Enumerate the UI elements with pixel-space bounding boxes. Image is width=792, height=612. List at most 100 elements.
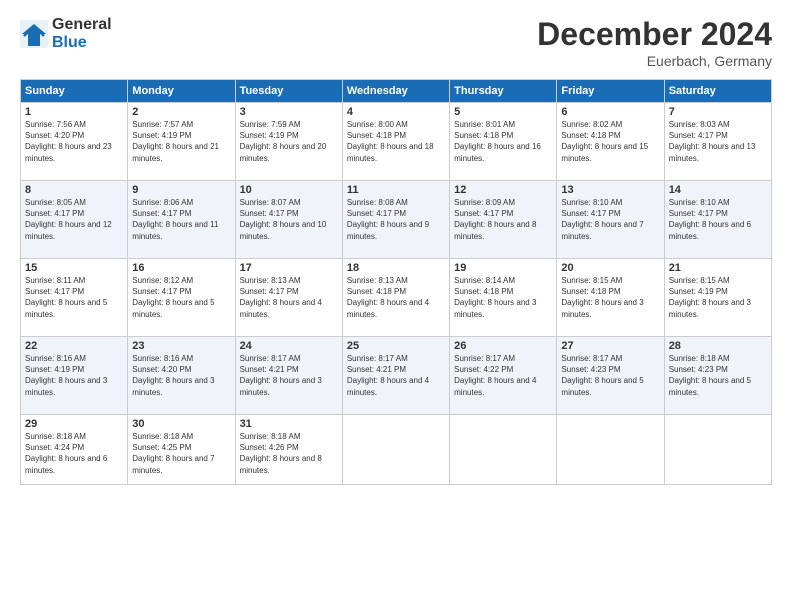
day-number: 8 — [25, 184, 123, 196]
day-info: Sunrise: 8:16 AMSunset: 4:19 PMDaylight:… — [25, 353, 123, 398]
day-info: Sunrise: 8:08 AMSunset: 4:17 PMDaylight:… — [347, 197, 445, 242]
weekday-header: Saturday — [664, 80, 771, 103]
calendar-cell: 19Sunrise: 8:14 AMSunset: 4:18 PMDayligh… — [450, 259, 557, 337]
calendar-cell: 28Sunrise: 8:18 AMSunset: 4:23 PMDayligh… — [664, 337, 771, 415]
day-number: 29 — [25, 418, 123, 430]
location: Euerbach, Germany — [537, 53, 772, 69]
calendar-week-row: 1Sunrise: 7:56 AMSunset: 4:20 PMDaylight… — [21, 103, 772, 181]
day-info: Sunrise: 7:56 AMSunset: 4:20 PMDaylight:… — [25, 119, 123, 164]
day-number: 23 — [132, 340, 230, 352]
calendar-week-row: 29Sunrise: 8:18 AMSunset: 4:24 PMDayligh… — [21, 415, 772, 485]
calendar-cell: 25Sunrise: 8:17 AMSunset: 4:21 PMDayligh… — [342, 337, 449, 415]
calendar-cell: 23Sunrise: 8:16 AMSunset: 4:20 PMDayligh… — [128, 337, 235, 415]
page-header: General Blue December 2024 Euerbach, Ger… — [20, 16, 772, 69]
calendar-cell: 31Sunrise: 8:18 AMSunset: 4:26 PMDayligh… — [235, 415, 342, 485]
day-info: Sunrise: 8:16 AMSunset: 4:20 PMDaylight:… — [132, 353, 230, 398]
day-number: 28 — [669, 340, 767, 352]
day-number: 4 — [347, 106, 445, 118]
day-info: Sunrise: 8:11 AMSunset: 4:17 PMDaylight:… — [25, 275, 123, 320]
day-number: 17 — [240, 262, 338, 274]
day-info: Sunrise: 8:02 AMSunset: 4:18 PMDaylight:… — [561, 119, 659, 164]
day-info: Sunrise: 8:14 AMSunset: 4:18 PMDaylight:… — [454, 275, 552, 320]
day-number: 30 — [132, 418, 230, 430]
calendar-cell: 6Sunrise: 8:02 AMSunset: 4:18 PMDaylight… — [557, 103, 664, 181]
calendar-cell: 29Sunrise: 8:18 AMSunset: 4:24 PMDayligh… — [21, 415, 128, 485]
day-number: 2 — [132, 106, 230, 118]
day-number: 31 — [240, 418, 338, 430]
day-number: 16 — [132, 262, 230, 274]
day-info: Sunrise: 7:57 AMSunset: 4:19 PMDaylight:… — [132, 119, 230, 164]
day-number: 13 — [561, 184, 659, 196]
day-info: Sunrise: 8:15 AMSunset: 4:18 PMDaylight:… — [561, 275, 659, 320]
day-info: Sunrise: 8:12 AMSunset: 4:17 PMDaylight:… — [132, 275, 230, 320]
calendar-cell: 12Sunrise: 8:09 AMSunset: 4:17 PMDayligh… — [450, 181, 557, 259]
calendar-cell: 17Sunrise: 8:13 AMSunset: 4:17 PMDayligh… — [235, 259, 342, 337]
day-info: Sunrise: 8:18 AMSunset: 4:25 PMDaylight:… — [132, 431, 230, 476]
calendar-cell: 18Sunrise: 8:13 AMSunset: 4:18 PMDayligh… — [342, 259, 449, 337]
day-info: Sunrise: 8:05 AMSunset: 4:17 PMDaylight:… — [25, 197, 123, 242]
calendar-cell: 8Sunrise: 8:05 AMSunset: 4:17 PMDaylight… — [21, 181, 128, 259]
day-info: Sunrise: 8:07 AMSunset: 4:17 PMDaylight:… — [240, 197, 338, 242]
calendar-cell: 11Sunrise: 8:08 AMSunset: 4:17 PMDayligh… — [342, 181, 449, 259]
calendar-cell: 30Sunrise: 8:18 AMSunset: 4:25 PMDayligh… — [128, 415, 235, 485]
day-number: 20 — [561, 262, 659, 274]
day-number: 3 — [240, 106, 338, 118]
day-info: Sunrise: 8:01 AMSunset: 4:18 PMDaylight:… — [454, 119, 552, 164]
day-number: 18 — [347, 262, 445, 274]
day-info: Sunrise: 8:13 AMSunset: 4:17 PMDaylight:… — [240, 275, 338, 320]
weekday-header: Sunday — [21, 80, 128, 103]
day-info: Sunrise: 8:06 AMSunset: 4:17 PMDaylight:… — [132, 197, 230, 242]
logo-text: General Blue — [52, 16, 112, 51]
calendar-cell — [664, 415, 771, 485]
logo-blue: Blue — [52, 34, 112, 52]
calendar-cell: 9Sunrise: 8:06 AMSunset: 4:17 PMDaylight… — [128, 181, 235, 259]
day-number: 27 — [561, 340, 659, 352]
day-number: 11 — [347, 184, 445, 196]
day-info: Sunrise: 8:18 AMSunset: 4:24 PMDaylight:… — [25, 431, 123, 476]
day-number: 15 — [25, 262, 123, 274]
weekday-header: Friday — [557, 80, 664, 103]
day-number: 14 — [669, 184, 767, 196]
logo-icon — [20, 20, 48, 48]
calendar-cell — [450, 415, 557, 485]
day-number: 26 — [454, 340, 552, 352]
calendar-cell: 16Sunrise: 8:12 AMSunset: 4:17 PMDayligh… — [128, 259, 235, 337]
calendar-cell: 27Sunrise: 8:17 AMSunset: 4:23 PMDayligh… — [557, 337, 664, 415]
calendar-cell: 13Sunrise: 8:10 AMSunset: 4:17 PMDayligh… — [557, 181, 664, 259]
day-info: Sunrise: 8:03 AMSunset: 4:17 PMDaylight:… — [669, 119, 767, 164]
day-number: 10 — [240, 184, 338, 196]
calendar-cell — [342, 415, 449, 485]
weekday-header: Tuesday — [235, 80, 342, 103]
weekday-header: Monday — [128, 80, 235, 103]
day-info: Sunrise: 8:10 AMSunset: 4:17 PMDaylight:… — [561, 197, 659, 242]
calendar-page: General Blue December 2024 Euerbach, Ger… — [0, 0, 792, 612]
calendar-cell: 5Sunrise: 8:01 AMSunset: 4:18 PMDaylight… — [450, 103, 557, 181]
calendar-cell — [557, 415, 664, 485]
calendar-cell: 1Sunrise: 7:56 AMSunset: 4:20 PMDaylight… — [21, 103, 128, 181]
calendar-week-row: 8Sunrise: 8:05 AMSunset: 4:17 PMDaylight… — [21, 181, 772, 259]
day-info: Sunrise: 8:18 AMSunset: 4:23 PMDaylight:… — [669, 353, 767, 398]
day-info: Sunrise: 7:59 AMSunset: 4:19 PMDaylight:… — [240, 119, 338, 164]
calendar-cell: 14Sunrise: 8:10 AMSunset: 4:17 PMDayligh… — [664, 181, 771, 259]
day-info: Sunrise: 8:00 AMSunset: 4:18 PMDaylight:… — [347, 119, 445, 164]
weekday-header: Wednesday — [342, 80, 449, 103]
calendar-cell: 15Sunrise: 8:11 AMSunset: 4:17 PMDayligh… — [21, 259, 128, 337]
logo-general: General — [52, 16, 112, 34]
day-number: 5 — [454, 106, 552, 118]
day-number: 12 — [454, 184, 552, 196]
calendar-body: 1Sunrise: 7:56 AMSunset: 4:20 PMDaylight… — [21, 103, 772, 485]
title-block: December 2024 Euerbach, Germany — [537, 16, 772, 69]
calendar-cell: 2Sunrise: 7:57 AMSunset: 4:19 PMDaylight… — [128, 103, 235, 181]
logo: General Blue — [20, 16, 112, 51]
calendar-cell: 3Sunrise: 7:59 AMSunset: 4:19 PMDaylight… — [235, 103, 342, 181]
day-number: 7 — [669, 106, 767, 118]
day-info: Sunrise: 8:17 AMSunset: 4:22 PMDaylight:… — [454, 353, 552, 398]
day-info: Sunrise: 8:13 AMSunset: 4:18 PMDaylight:… — [347, 275, 445, 320]
calendar-cell: 21Sunrise: 8:15 AMSunset: 4:19 PMDayligh… — [664, 259, 771, 337]
day-info: Sunrise: 8:15 AMSunset: 4:19 PMDaylight:… — [669, 275, 767, 320]
day-number: 6 — [561, 106, 659, 118]
day-info: Sunrise: 8:17 AMSunset: 4:21 PMDaylight:… — [240, 353, 338, 398]
day-info: Sunrise: 8:18 AMSunset: 4:26 PMDaylight:… — [240, 431, 338, 476]
day-info: Sunrise: 8:10 AMSunset: 4:17 PMDaylight:… — [669, 197, 767, 242]
calendar-cell: 24Sunrise: 8:17 AMSunset: 4:21 PMDayligh… — [235, 337, 342, 415]
